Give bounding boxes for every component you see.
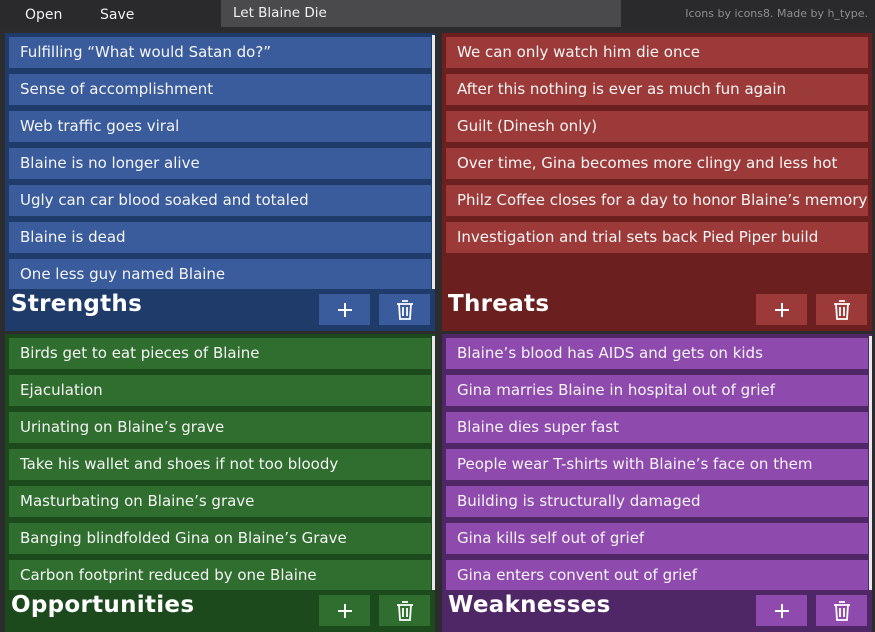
weakness-item[interactable]: Blaine’s blood has AIDS and gets on kids (446, 338, 868, 369)
threats-panel: We can only watch him die once After thi… (442, 33, 872, 331)
weakness-item[interactable]: Gina kills self out of grief (446, 523, 868, 554)
strength-item[interactable]: Web traffic goes viral (9, 111, 431, 142)
opportunity-item[interactable]: Take his wallet and shoes if not too blo… (9, 449, 431, 480)
strength-item[interactable]: Sense of accomplishment (9, 74, 431, 105)
threat-item[interactable]: Over time, Gina becomes more clingy and … (446, 148, 868, 179)
weaknesses-add-button[interactable] (756, 595, 807, 626)
strengths-delete-button[interactable] (379, 294, 430, 325)
strengths-panel: Fulfilling “What would Satan do?” Sense … (5, 33, 435, 331)
trash-icon (396, 600, 413, 621)
strengths-title: Strengths (11, 291, 143, 317)
threats-title: Threats (448, 291, 550, 317)
opportunities-delete-button[interactable] (379, 595, 430, 626)
strengths-scrollbar[interactable] (432, 35, 435, 289)
weakness-item[interactable]: Gina enters convent out of grief (446, 560, 868, 590)
top-toolbar: Open Save Icons by icons8. Made by h_typ… (0, 0, 875, 30)
strength-item[interactable]: Ugly can car blood soaked and totaled (9, 185, 431, 216)
strengths-list: Fulfilling “What would Satan do?” Sense … (9, 37, 431, 289)
opportunities-add-button[interactable] (319, 595, 370, 626)
threat-item[interactable]: We can only watch him die once (446, 37, 868, 68)
weakness-item[interactable]: Building is structurally damaged (446, 486, 868, 517)
weakness-item[interactable]: Blaine dies super fast (446, 412, 868, 443)
threats-list: We can only watch him die once After thi… (446, 37, 868, 289)
document-title-input[interactable] (221, 0, 621, 27)
opportunity-item[interactable]: Masturbating on Blaine’s grave (9, 486, 431, 517)
threat-item[interactable]: Philz Coffee closes for a day to honor B… (446, 185, 868, 216)
strength-item[interactable]: Blaine is dead (9, 222, 431, 253)
save-button[interactable]: Save (96, 4, 138, 26)
opportunity-item[interactable]: Banging blindfolded Gina on Blaine’s Gra… (9, 523, 431, 554)
weaknesses-delete-button[interactable] (816, 595, 867, 626)
threat-item[interactable]: After this nothing is ever as much fun a… (446, 74, 868, 105)
trash-icon (396, 299, 413, 320)
opportunity-item[interactable]: Carbon footprint reduced by one Blaine (9, 560, 431, 590)
plus-icon (774, 302, 789, 317)
threats-add-button[interactable] (756, 294, 807, 325)
credits-text: Icons by icons8. Made by h_type. (685, 7, 868, 20)
trash-icon (833, 299, 850, 320)
threat-item[interactable]: Guilt (Dinesh only) (446, 111, 868, 142)
plus-icon (337, 302, 352, 317)
weaknesses-title: Weaknesses (448, 592, 611, 618)
weakness-item[interactable]: People wear T-shirts with Blaine’s face … (446, 449, 868, 480)
opportunity-item[interactable]: Urinating on Blaine’s grave (9, 412, 431, 443)
threats-delete-button[interactable] (816, 294, 867, 325)
opportunities-list: Birds get to eat pieces of Blaine Ejacul… (9, 338, 431, 590)
strengths-add-button[interactable] (319, 294, 370, 325)
opportunities-title: Opportunities (11, 592, 195, 618)
weakness-item[interactable]: Gina marries Blaine in hospital out of g… (446, 375, 868, 406)
open-button[interactable]: Open (21, 4, 66, 26)
threat-item[interactable]: Investigation and trial sets back Pied P… (446, 222, 868, 253)
opportunities-panel: Birds get to eat pieces of Blaine Ejacul… (5, 334, 435, 632)
opportunity-item[interactable]: Birds get to eat pieces of Blaine (9, 338, 431, 369)
strength-item[interactable]: Blaine is no longer alive (9, 148, 431, 179)
trash-icon (833, 600, 850, 621)
weaknesses-list: Blaine’s blood has AIDS and gets on kids… (446, 338, 868, 590)
plus-icon (337, 603, 352, 618)
weaknesses-panel: Blaine’s blood has AIDS and gets on kids… (442, 334, 872, 632)
opportunity-item[interactable]: Ejaculation (9, 375, 431, 406)
strength-item[interactable]: Fulfilling “What would Satan do?” (9, 37, 431, 68)
weaknesses-scrollbar[interactable] (869, 336, 872, 590)
opportunities-scrollbar[interactable] (432, 336, 435, 590)
plus-icon (774, 603, 789, 618)
strength-item[interactable]: One less guy named Blaine (9, 259, 431, 289)
